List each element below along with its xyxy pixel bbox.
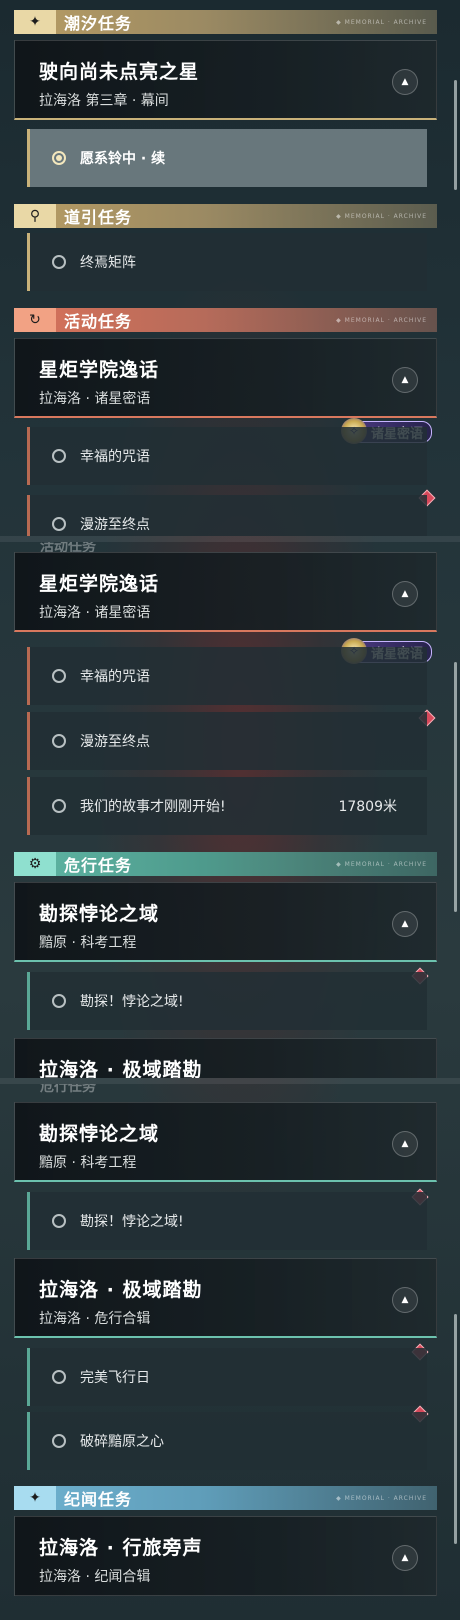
section-header-guide[interactable]: ⚲ 道引任务 ◆ MEMORIAL · ARCHIVE — [14, 204, 437, 228]
map-pin-icon: ⚲ — [14, 204, 56, 228]
quest-card-explore[interactable]: 勘探悖论之域 黯原 · 科考工程 ▲ — [14, 1102, 437, 1182]
radio-icon — [52, 994, 66, 1008]
radio-icon — [52, 1434, 66, 1448]
quest-card-academy[interactable]: 星炬学院逸话 拉海洛 · 诸星密语 ▲ — [14, 552, 437, 632]
quest-card-travel[interactable]: 拉海洛 · 行旅旁声 拉海洛 · 纪闻合辑 ▲ — [14, 1516, 437, 1596]
collapse-icon[interactable]: ▲ — [392, 69, 418, 95]
section-title: 危行任务 — [64, 856, 133, 875]
quest-subtitle: 黯原 · 科考工程 — [39, 935, 137, 951]
step-label: 漫游至终点 — [80, 517, 150, 533]
quest-subtitle: 拉海洛 第三章 · 幕间 — [39, 93, 169, 109]
quest-card-polar-partial[interactable]: 拉海洛 · 极域踏勘 — [14, 1038, 437, 1078]
step-label: 漫游至终点 — [80, 734, 150, 750]
quest-card-star[interactable]: 驶向尚未点亮之星 拉海洛 第三章 · 幕间 ▲ — [14, 40, 437, 120]
four-point-star-icon: ✦ — [14, 1486, 56, 1510]
quest-title: 拉海洛 · 极域踏勘 — [39, 1279, 203, 1301]
quest-step-spell[interactable]: 幸福的咒语 — [27, 647, 427, 705]
quest-title: 勘探悖论之域 — [39, 1123, 160, 1145]
section-title: 活动任务 — [64, 312, 133, 331]
gear-icon: ⚙ — [14, 852, 56, 876]
header-decoration: ◆ MEMORIAL · ARCHIVE — [336, 212, 427, 220]
scrollbar[interactable] — [454, 662, 457, 912]
step-label: 破碎黯原之心 — [80, 1434, 164, 1450]
quest-step-matrix[interactable]: 终焉矩阵 — [27, 233, 427, 291]
radio-icon — [52, 669, 66, 683]
scrollbar[interactable] — [454, 80, 457, 190]
radio-icon — [52, 449, 66, 463]
radio-icon — [52, 517, 66, 531]
radio-icon — [52, 1214, 66, 1228]
quest-title: 星炬学院逸话 — [39, 359, 160, 381]
quest-card-explore[interactable]: 勘探悖论之域 黯原 · 科考工程 ▲ — [14, 882, 437, 962]
header-decoration: ◆ MEMORIAL · ARCHIVE — [336, 860, 427, 868]
section-title: 潮汐任务 — [64, 14, 133, 33]
quest-step-bell[interactable]: 愿系铃中 · 续 — [27, 129, 427, 187]
section-header-tide[interactable]: ✦ 潮汐任务 ◆ MEMORIAL · ARCHIVE — [14, 10, 437, 34]
quest-subtitle: 拉海洛 · 诸星密语 — [39, 391, 151, 407]
step-label: 完美飞行日 — [80, 1370, 150, 1386]
quest-step-explore[interactable]: 勘探！悖论之域! — [27, 972, 427, 1030]
step-label: 勘探！悖论之域! — [80, 994, 184, 1010]
step-label: 愿系铃中 · 续 — [80, 151, 166, 167]
header-decoration: ◆ MEMORIAL · ARCHIVE — [336, 316, 427, 324]
cycle-arrow-icon: ↻ — [14, 308, 56, 332]
radio-icon — [52, 799, 66, 813]
header-decoration: ◆ MEMORIAL · ARCHIVE — [336, 1494, 427, 1502]
quest-title: 星炬学院逸话 — [39, 573, 160, 595]
section-title: 道引任务 — [64, 208, 133, 227]
step-label: 勘探！悖论之域! — [80, 1214, 184, 1230]
radio-icon — [52, 1370, 66, 1384]
quest-title: 驶向尚未点亮之星 — [39, 61, 200, 83]
radio-selected-icon — [52, 151, 66, 165]
collapse-icon[interactable]: ▲ — [392, 1287, 418, 1313]
quest-step-break[interactable]: 破碎黯原之心 — [27, 1412, 427, 1470]
quest-step-explore[interactable]: 勘探！悖论之域! — [27, 1192, 427, 1250]
quest-panel-2: 活动任务 星炬学院逸话 拉海洛 · 诸星密语 ▲ ✧ 诸星密语 幸福的咒语 漫游… — [0, 542, 460, 1078]
step-label: 终焉矩阵 — [80, 255, 136, 271]
collapse-icon[interactable]: ▲ — [392, 581, 418, 607]
quest-subtitle: 拉海洛 · 诸星密语 — [39, 605, 151, 621]
scrollbar[interactable] — [454, 1314, 457, 1544]
radio-icon — [52, 734, 66, 748]
quest-panel-1: ✦ 潮汐任务 ◆ MEMORIAL · ARCHIVE 驶向尚未点亮之星 拉海洛… — [0, 0, 460, 536]
quest-panel-3: 危行任务 勘探悖论之域 黯原 · 科考工程 ▲ 勘探！悖论之域! 拉海洛 · 极… — [0, 1084, 460, 1620]
collapse-icon[interactable]: ▲ — [392, 1545, 418, 1571]
quest-subtitle: 拉海洛 · 纪闻合辑 — [39, 1569, 151, 1585]
header-decoration: ◆ MEMORIAL · ARCHIVE — [336, 18, 427, 26]
quest-step-flight[interactable]: 完美飞行日 — [27, 1348, 427, 1406]
distance-readout: 17809米 — [338, 799, 397, 815]
collapse-icon[interactable]: ▲ — [392, 911, 418, 937]
section-header-event[interactable]: ↻ 活动任务 ◆ MEMORIAL · ARCHIVE — [14, 308, 437, 332]
quest-card-polar[interactable]: 拉海洛 · 极域踏勘 拉海洛 · 危行合辑 ▲ — [14, 1258, 437, 1338]
quest-subtitle: 黯原 · 科考工程 — [39, 1155, 137, 1171]
section-header-danger[interactable]: ⚙ 危行任务 ◆ MEMORIAL · ARCHIVE — [14, 852, 437, 876]
four-point-star-icon: ✦ — [14, 10, 56, 34]
step-label: 幸福的咒语 — [80, 449, 150, 465]
quest-title: 拉海洛 · 行旅旁声 — [39, 1537, 203, 1559]
radio-icon — [52, 255, 66, 269]
collapse-icon[interactable]: ▲ — [392, 1131, 418, 1157]
quest-card-academy[interactable]: 星炬学院逸话 拉海洛 · 诸星密语 ▲ — [14, 338, 437, 418]
quest-title: 勘探悖论之域 — [39, 903, 160, 925]
quest-step-wander[interactable]: 漫游至终点 — [27, 712, 427, 770]
section-header-lore[interactable]: ✦ 纪闻任务 ◆ MEMORIAL · ARCHIVE — [14, 1486, 437, 1510]
step-label: 幸福的咒语 — [80, 669, 150, 685]
section-title: 纪闻任务 — [64, 1490, 133, 1509]
step-label: 我们的故事才刚刚开始! — [80, 799, 226, 815]
quest-step-story[interactable]: 我们的故事才刚刚开始! 17809米 — [27, 777, 427, 835]
quest-step-wander-partial[interactable]: 漫游至终点 — [27, 495, 427, 536]
quest-title: 拉海洛 · 极域踏勘 — [39, 1059, 203, 1078]
collapse-icon[interactable]: ▲ — [392, 367, 418, 393]
quest-step-spell[interactable]: 幸福的咒语 — [27, 427, 427, 485]
faded-section-title: 危行任务 — [40, 1084, 96, 1095]
quest-subtitle: 拉海洛 · 危行合辑 — [39, 1311, 151, 1327]
